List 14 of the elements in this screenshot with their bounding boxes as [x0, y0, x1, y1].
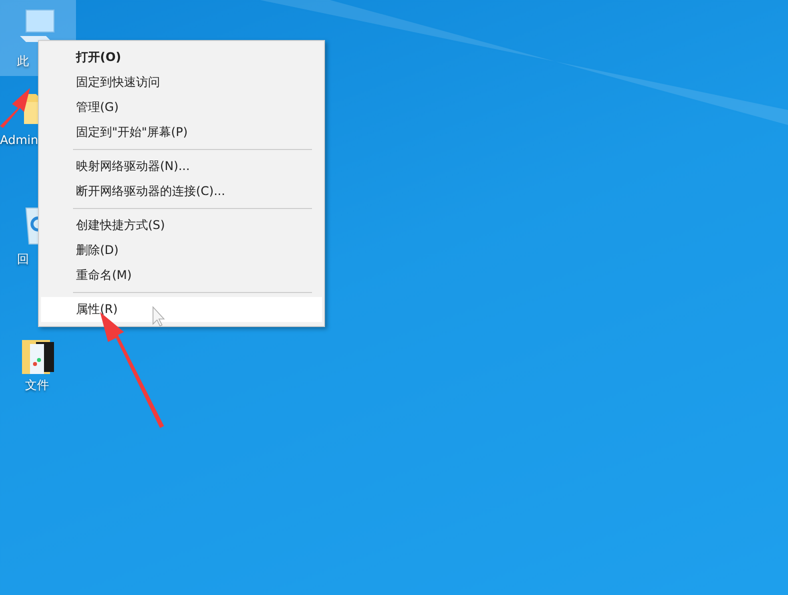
menu-item[interactable]: 断开网络驱动器的连接(C)... — [41, 179, 322, 204]
menu-item[interactable]: 重命名(M) — [41, 263, 322, 288]
menu-item[interactable]: 映射网络驱动器(N)... — [41, 154, 322, 179]
menu-item[interactable]: 属性(R) — [41, 297, 322, 322]
folder-icon — [22, 340, 54, 374]
menu-item[interactable]: 固定到"开始"屏幕(P) — [41, 120, 322, 145]
icon-label: 此 — [17, 53, 29, 70]
icon-label: Admin — [0, 133, 38, 147]
arrow-drawing — [0, 88, 30, 128]
menu-item[interactable]: 删除(D) — [41, 238, 322, 263]
menu-item[interactable]: 创建快捷方式(S) — [41, 213, 322, 238]
menu-item[interactable]: 管理(G) — [41, 95, 322, 120]
icon-label: 文件 — [25, 377, 49, 394]
icon-label: 回 — [17, 251, 29, 268]
